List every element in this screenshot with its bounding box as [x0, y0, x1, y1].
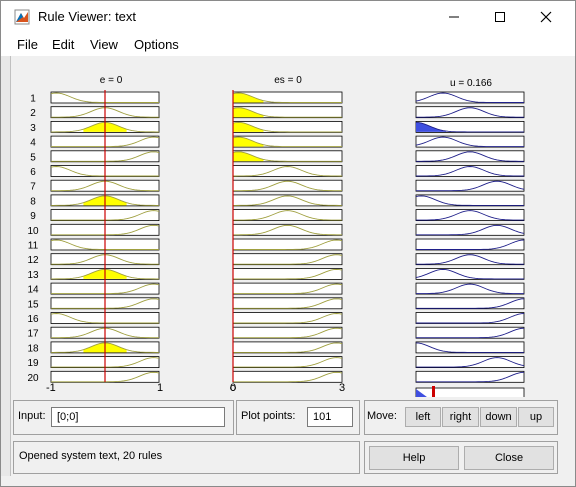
menu-bar: File Edit View Options — [1, 32, 575, 56]
rule-cell — [232, 356, 343, 369]
rule-number: 9 — [30, 211, 36, 222]
menu-options[interactable]: Options — [134, 37, 179, 52]
rule-number: 5 — [30, 152, 36, 163]
rule-cell — [232, 194, 343, 207]
rule-cell — [232, 179, 343, 192]
rule-cell — [415, 150, 525, 163]
rule-cell — [415, 165, 525, 177]
input-group: Input: [0;0] — [13, 400, 234, 435]
rule-viewer-window: Rule Viewer: text File Edit View Options… — [0, 0, 576, 487]
rule-number: 3 — [30, 123, 36, 134]
rule-cell — [232, 267, 343, 280]
rule-cell — [232, 341, 343, 354]
menu-edit[interactable]: Edit — [52, 37, 74, 52]
plot-points-field[interactable]: 101 — [307, 407, 353, 427]
rule-plot-area: e = 0 es = 0 u = 0.166 1 2 3 4 5 6 7 8 9 10 11 12 13… — [11, 56, 567, 397]
close-window-button[interactable] — [523, 1, 569, 32]
help-button[interactable]: Help — [369, 446, 459, 470]
move-group: Move: left right down up — [364, 400, 558, 435]
rule-number: 12 — [27, 255, 39, 266]
maximize-button[interactable] — [477, 1, 523, 32]
rule-number: 13 — [27, 270, 39, 281]
axis-es-min: 0 — [230, 382, 237, 394]
rule-number: 20 — [27, 373, 39, 384]
status-group: Opened system text, 20 rules — [13, 441, 360, 474]
minimize-button[interactable] — [431, 1, 477, 32]
rule-number: 4 — [30, 138, 36, 149]
rule-cell — [232, 297, 343, 310]
menu-file[interactable]: File — [17, 37, 38, 52]
rule-cell — [232, 253, 343, 266]
close-button[interactable]: Close — [464, 446, 554, 470]
rule-cell — [415, 106, 525, 119]
rule-cell — [415, 253, 525, 266]
background-window-edge — [1, 56, 11, 476]
output-centroid-marker — [432, 386, 435, 397]
rule-cell — [232, 312, 343, 324]
input-field[interactable]: [0;0] — [51, 407, 225, 427]
rule-number: 10 — [27, 226, 39, 237]
rule-cell — [415, 209, 525, 222]
plot-points-group: Plot points: 101 — [236, 400, 360, 435]
rule-number: 16 — [27, 314, 39, 325]
rule-number: 18 — [27, 343, 39, 354]
control-panel: Input: [0;0] Plot points: 101 Move: left… — [11, 397, 567, 477]
menu-view[interactable]: View — [90, 37, 118, 52]
rule-cell — [232, 223, 343, 236]
rule-cell — [415, 194, 525, 207]
minimize-icon — [449, 16, 459, 17]
axis-e-min: -1 — [46, 382, 56, 394]
rule-cell — [232, 209, 343, 222]
axis-e-max: 1 — [157, 382, 164, 394]
rule-number: 1 — [30, 94, 36, 105]
rule-cell — [232, 282, 343, 295]
rule-number: 6 — [30, 167, 36, 178]
move-left-button[interactable]: left — [405, 407, 441, 427]
rule-cell — [232, 238, 343, 251]
move-down-button[interactable]: down — [480, 407, 517, 427]
move-label: Move: — [367, 410, 397, 422]
action-group: Help Close — [364, 441, 558, 474]
rule-number: 11 — [28, 241, 39, 252]
rule-cell — [232, 326, 343, 339]
rule-number: 7 — [30, 182, 36, 193]
axis-es-max: 3 — [339, 382, 346, 394]
move-right-button[interactable]: right — [442, 407, 479, 427]
title-bar: Rule Viewer: text — [1, 1, 575, 32]
rule-cell — [232, 165, 343, 177]
close-icon — [540, 11, 552, 22]
matlab-icon — [14, 9, 30, 25]
rule-number: 19 — [27, 358, 39, 369]
plot-points-label: Plot points: — [241, 410, 296, 422]
rule-number: 17 — [27, 329, 39, 340]
input-label: Input: — [18, 410, 46, 422]
rule-number: 15 — [27, 299, 39, 310]
rule-cell — [232, 370, 343, 383]
rule-number: 14 — [27, 285, 39, 296]
rule-cell — [415, 282, 525, 295]
maximize-icon — [495, 11, 505, 22]
window-title: Rule Viewer: text — [38, 9, 137, 24]
status-text: Opened system text, 20 rules — [19, 450, 163, 462]
move-up-button[interactable]: up — [518, 407, 554, 427]
rule-plots: 1234567891011121314151617181920 — [27, 90, 525, 397]
rule-number: 8 — [30, 196, 36, 207]
rule-number: 2 — [30, 108, 36, 119]
